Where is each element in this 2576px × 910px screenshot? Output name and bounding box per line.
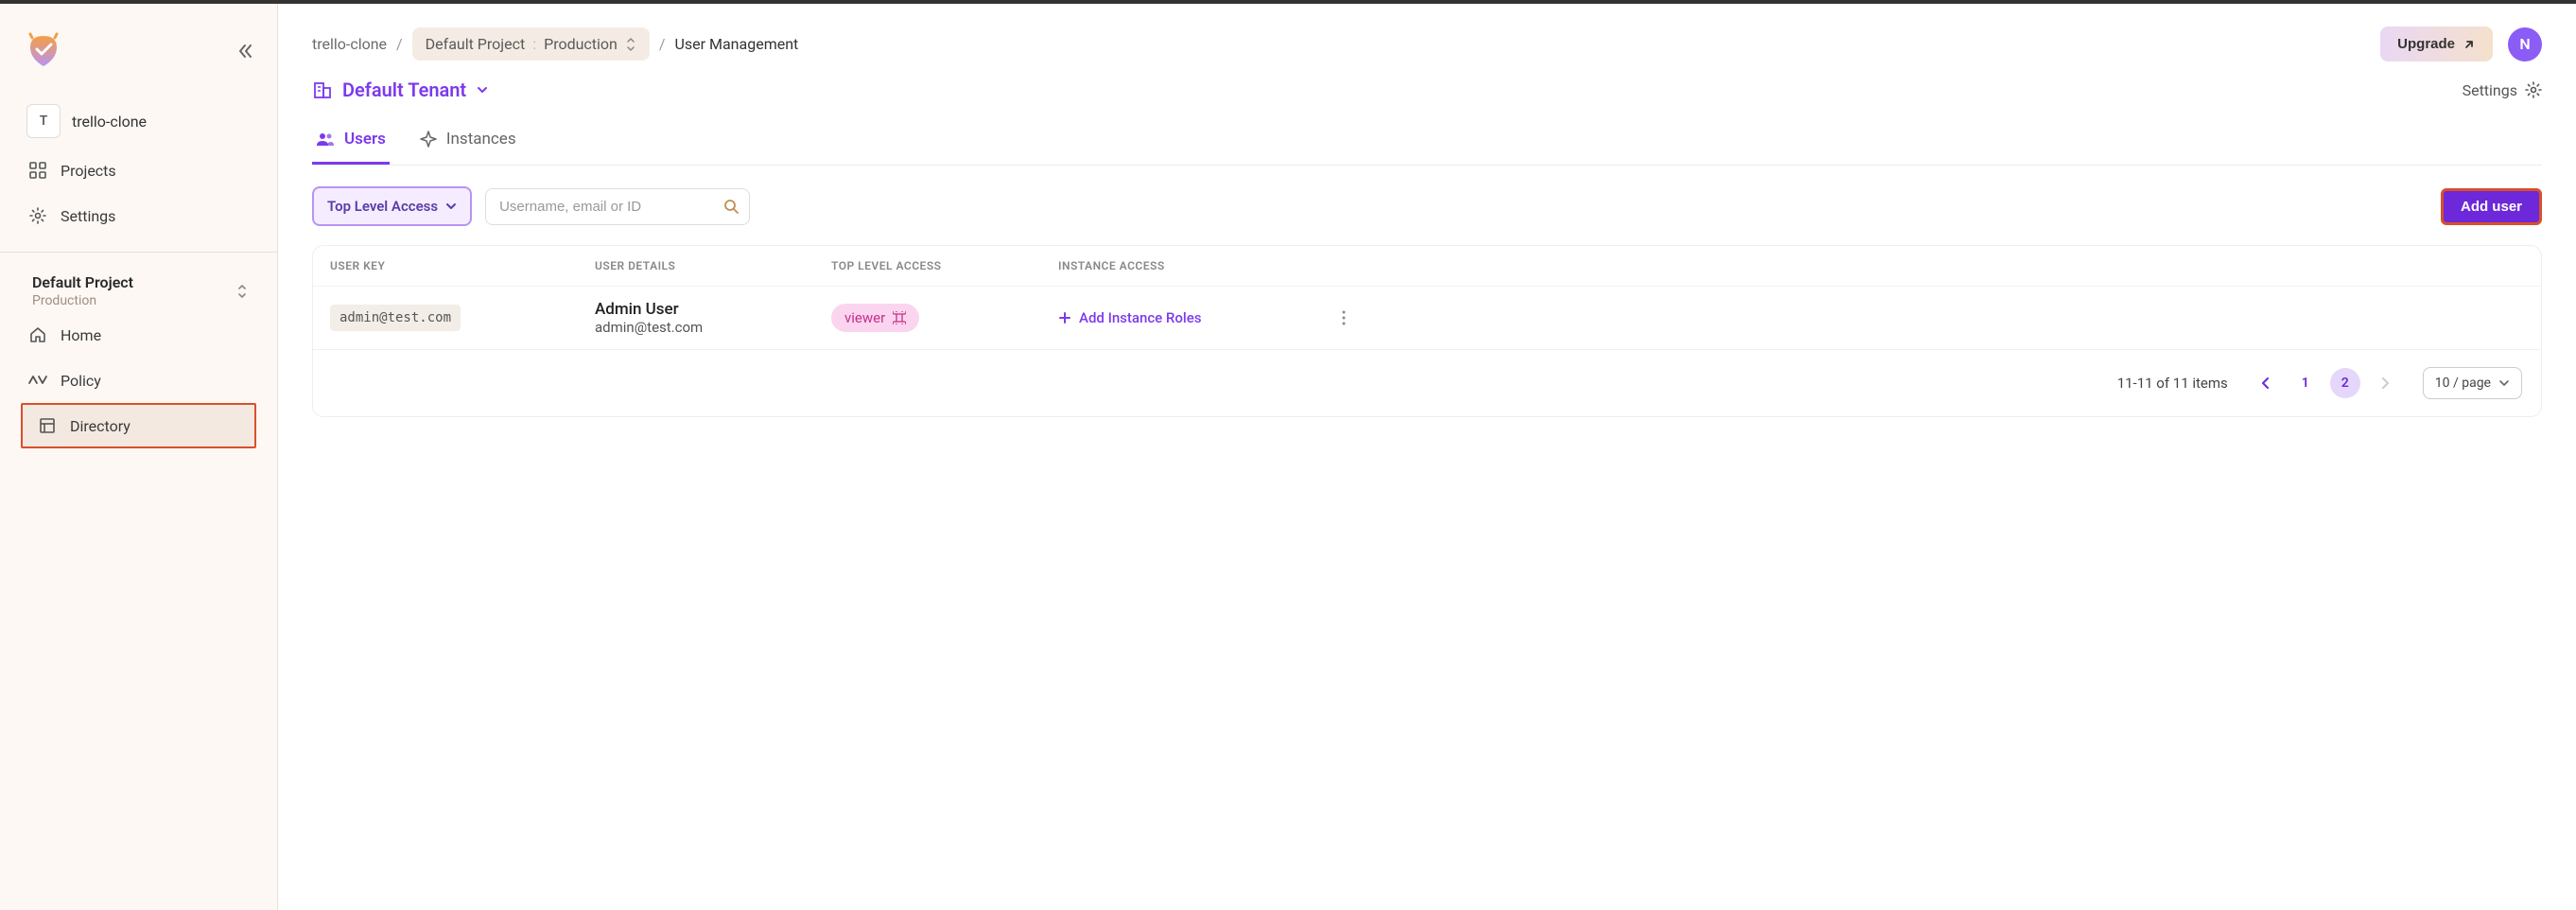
sidebar-item-label: Policy — [61, 372, 101, 390]
main-content: trello-clone / Default Project : Product… — [278, 4, 2576, 910]
column-header-top-level-access: TOP LEVEL ACCESS — [831, 259, 1058, 272]
breadcrumb-page: User Management — [675, 35, 799, 53]
pagination-next[interactable] — [2370, 368, 2400, 398]
add-user-button[interactable]: Add user — [2441, 188, 2542, 225]
sidebar-item-label: Home — [61, 326, 101, 344]
breadcrumb: trello-clone / Default Project : Product… — [312, 27, 798, 61]
workspace-selector[interactable]: T trello-clone — [0, 95, 277, 148]
sidebar-item-directory[interactable]: Directory — [21, 403, 256, 448]
users-table: USER KEY USER DETAILS TOP LEVEL ACCESS I… — [312, 245, 2542, 417]
tenant-selector[interactable]: Default Tenant — [312, 79, 489, 101]
breadcrumb-project-pill[interactable]: Default Project : Production — [412, 27, 650, 61]
home-icon — [28, 325, 47, 344]
page-size-selector[interactable]: 10 / page — [2423, 367, 2522, 399]
pagination-info: 11-11 of 11 items — [2117, 375, 2228, 392]
logo-icon — [23, 30, 64, 72]
search-icon — [723, 199, 739, 214]
sidebar: T trello-clone Projects Settings Default… — [0, 4, 278, 910]
user-email: admin@test.com — [595, 319, 831, 336]
tab-users[interactable]: Users — [312, 120, 390, 165]
pagination-page-1[interactable]: 1 — [2290, 368, 2321, 398]
project-environment: Production — [32, 293, 133, 308]
sparkle-icon — [420, 131, 437, 148]
workspace-badge: T — [26, 104, 61, 138]
user-name: Admin User — [595, 300, 831, 319]
chevron-down-icon — [2498, 377, 2510, 389]
breadcrumb-separator: / — [659, 35, 666, 53]
tenant-settings-button[interactable]: Settings — [2463, 81, 2542, 99]
users-icon — [316, 131, 335, 147]
command-icon — [893, 311, 906, 324]
column-header-instance-access: INSTANCE ACCESS — [1058, 259, 1342, 272]
kebab-icon — [1342, 310, 1346, 325]
chevron-down-icon — [445, 201, 457, 212]
sidebar-item-projects[interactable]: Projects — [0, 148, 277, 193]
external-link-icon — [2463, 38, 2476, 51]
breadcrumb-separator: / — [396, 35, 403, 53]
user-avatar[interactable]: N — [2508, 27, 2542, 61]
plus-icon — [1058, 311, 1071, 324]
sidebar-item-settings[interactable]: Settings — [0, 193, 277, 238]
tab-instances[interactable]: Instances — [416, 120, 520, 165]
user-key: admin@test.com — [330, 305, 461, 331]
collapse-sidebar-button[interactable] — [235, 42, 254, 61]
upgrade-button[interactable]: Upgrade — [2380, 26, 2493, 61]
chevron-left-icon — [2261, 376, 2271, 390]
grid-icon — [28, 161, 47, 180]
role-badge[interactable]: viewer — [831, 304, 919, 332]
chevron-down-icon — [476, 83, 489, 96]
add-instance-roles-button[interactable]: Add Instance Roles — [1058, 309, 1342, 326]
gear-icon — [28, 206, 47, 225]
app-logo[interactable] — [23, 30, 64, 72]
access-filter-dropdown[interactable]: Top Level Access — [312, 186, 472, 226]
directory-icon — [38, 416, 57, 435]
sidebar-item-home[interactable]: Home — [0, 312, 277, 358]
column-header-user-key: USER KEY — [330, 259, 595, 272]
unfold-icon — [235, 283, 249, 300]
row-actions-menu[interactable] — [1342, 310, 1399, 325]
unfold-icon — [625, 37, 636, 52]
search-input[interactable] — [485, 188, 750, 225]
project-selector[interactable]: Default Project Production — [0, 270, 277, 312]
breadcrumb-workspace[interactable]: trello-clone — [312, 35, 387, 53]
sidebar-item-label: Projects — [61, 162, 116, 180]
tabs: Users Instances — [312, 120, 2542, 166]
sidebar-item-label: Settings — [61, 207, 115, 225]
gear-icon — [2525, 81, 2542, 98]
sidebar-item-policy[interactable]: Policy — [0, 358, 277, 403]
pagination: 1 2 — [2251, 368, 2400, 398]
pagination-page-2[interactable]: 2 — [2330, 368, 2360, 398]
sidebar-item-label: Directory — [70, 417, 131, 435]
chevron-double-left-icon — [235, 42, 254, 61]
column-header-user-details: USER DETAILS — [595, 259, 831, 272]
chevron-right-icon — [2380, 376, 2390, 390]
workspace-name: trello-clone — [72, 113, 147, 131]
policy-icon — [28, 371, 47, 390]
table-row: admin@test.com Admin User admin@test.com… — [313, 286, 2541, 349]
building-icon — [312, 79, 333, 100]
project-name: Default Project — [32, 273, 133, 291]
pagination-prev[interactable] — [2251, 368, 2281, 398]
